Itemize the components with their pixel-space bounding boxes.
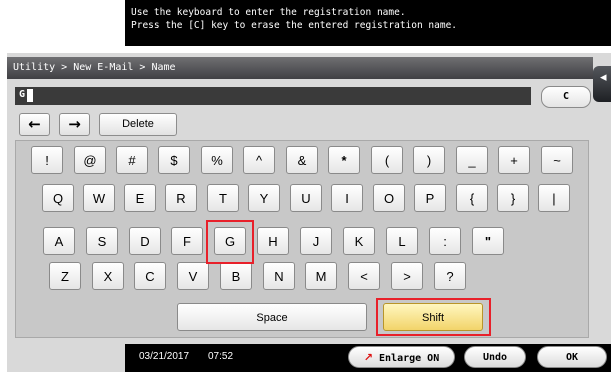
key-c[interactable]: C [134,262,166,290]
instruction-line-1: Use the keyboard to enter the registrati… [131,7,406,18]
key-d[interactable]: D [129,227,161,255]
name-input-value: G [19,89,26,100]
space-key[interactable]: Space [177,303,367,331]
key-brace-open[interactable]: { [456,184,488,212]
key-tilde[interactable]: ~ [541,146,573,174]
key-m[interactable]: M [305,262,337,290]
key-e[interactable]: E [124,184,156,212]
key-f[interactable]: F [171,227,203,255]
key-u[interactable]: U [290,184,322,212]
breadcrumb: Utility > New E-Mail > Name [13,62,176,73]
key-a[interactable]: A [43,227,75,255]
delete-button[interactable]: Delete [99,113,177,136]
key-z[interactable]: Z [49,262,81,290]
clear-button[interactable]: C [541,86,591,108]
key-double-quote[interactable]: " [472,227,504,255]
highlight-box-g-key [206,220,254,264]
name-input-field[interactable] [15,87,531,105]
text-cursor [27,89,33,102]
instruction-text: Use the keyboard to enter the registrati… [131,6,457,32]
key-caret[interactable]: ^ [243,146,275,174]
undo-button[interactable]: Undo [464,346,526,368]
instruction-line-2: Press the [C] key to erase the entered r… [131,20,458,31]
key-l[interactable]: L [386,227,418,255]
key-t[interactable]: T [207,184,239,212]
side-panel-arrow-icon: ◂ [600,70,607,85]
key-q[interactable]: Q [42,184,74,212]
status-date: 03/21/2017 [139,351,190,362]
key-ampersand[interactable]: & [286,146,318,174]
key-dollar[interactable]: $ [158,146,190,174]
key-paren-close[interactable]: ) [413,146,445,174]
key-h[interactable]: H [257,227,289,255]
enlarge-button[interactable]: ↗ Enlarge ON [348,346,455,368]
key-w[interactable]: W [83,184,115,212]
key-question[interactable]: ? [434,262,466,290]
highlight-box-shift-key [376,298,491,336]
key-underscore[interactable]: _ [456,146,488,174]
key-b[interactable]: B [220,262,252,290]
enlarge-label: Enlarge ON [379,353,440,364]
key-x[interactable]: X [92,262,124,290]
key-p[interactable]: P [414,184,446,212]
key-j[interactable]: J [300,227,332,255]
key-i[interactable]: I [331,184,363,212]
key-asterisk[interactable]: * [328,146,360,174]
key-exclamation[interactable]: ! [31,146,63,174]
status-time: 07:52 [208,351,234,362]
key-y[interactable]: Y [248,184,280,212]
key-o[interactable]: O [373,184,405,212]
key-greater-than[interactable]: > [391,262,423,290]
key-k[interactable]: K [343,227,375,255]
enlarge-icon: ↗ [363,351,373,364]
cursor-left-button[interactable]: ← [19,113,50,136]
key-hash[interactable]: # [116,146,148,174]
key-percent[interactable]: % [201,146,233,174]
key-n[interactable]: N [263,262,295,290]
key-v[interactable]: V [177,262,209,290]
key-plus[interactable]: + [498,146,530,174]
ok-button[interactable]: OK [537,346,607,368]
key-pipe[interactable]: | [538,184,570,212]
key-r[interactable]: R [165,184,197,212]
key-s[interactable]: S [86,227,118,255]
key-paren-open[interactable]: ( [371,146,403,174]
key-colon[interactable]: : [429,227,461,255]
key-brace-close[interactable]: } [497,184,529,212]
screen: Use the keyboard to enter the registrati… [0,0,611,372]
key-less-than[interactable]: < [348,262,380,290]
cursor-right-button[interactable]: → [59,113,90,136]
key-at[interactable]: @ [74,146,106,174]
